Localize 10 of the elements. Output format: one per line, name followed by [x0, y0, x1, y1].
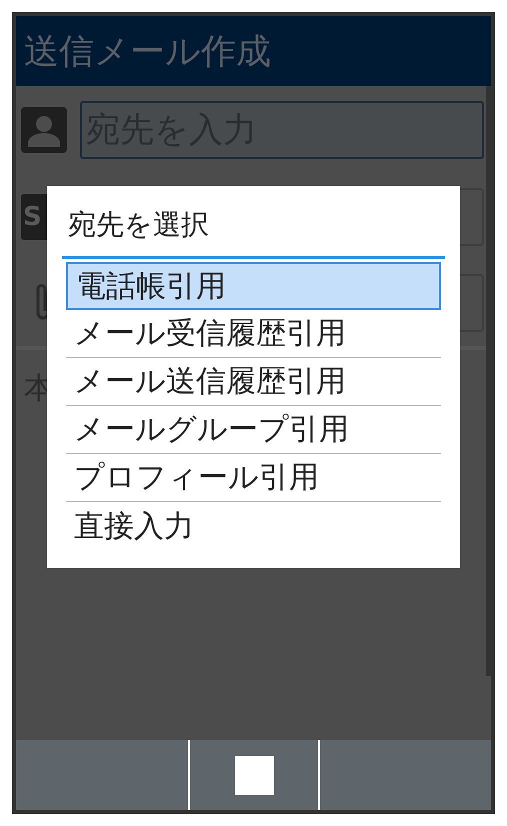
menu-item[interactable]: メール受信履歴引用	[66, 310, 441, 358]
menu-item[interactable]: プロフィール引用	[66, 454, 441, 502]
dialog-title: 宛先を選択	[67, 207, 210, 243]
square-icon	[234, 756, 274, 794]
person-icon	[21, 107, 67, 153]
menu-item[interactable]: メールグループ引用	[66, 406, 441, 454]
menu-item[interactable]: 電話帳引用	[66, 262, 441, 310]
menu-item[interactable]: メール送信履歴引用	[66, 358, 441, 406]
menu-item[interactable]: 直接入力	[66, 502, 441, 550]
window-title: 送信メール作成	[24, 30, 271, 74]
